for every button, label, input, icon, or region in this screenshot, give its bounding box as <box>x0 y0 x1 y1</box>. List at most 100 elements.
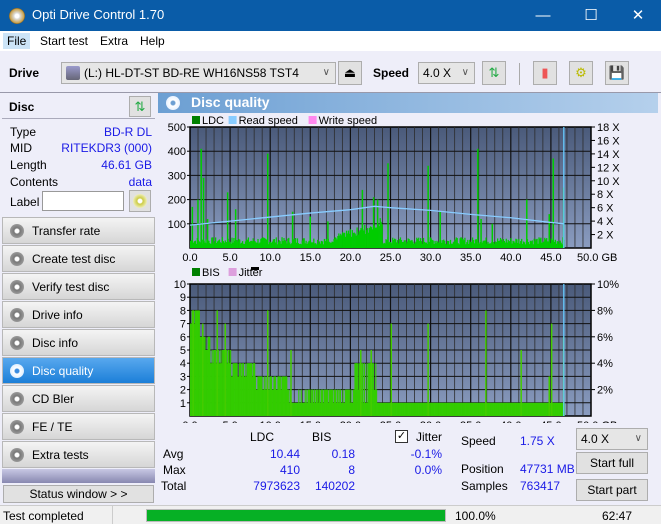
start-full-button[interactable]: Start full <box>576 452 648 474</box>
samples-value: 763417 <box>520 479 561 493</box>
legend-label-read-speed: Read speed <box>239 115 298 127</box>
disc-label-input[interactable] <box>42 191 124 211</box>
bis-peak <box>485 310 487 416</box>
bis-peak <box>266 310 269 416</box>
disc-type-row: Type BD-R DL <box>8 125 154 141</box>
ldc-peak <box>548 214 550 248</box>
speed-label: Speed <box>461 434 496 448</box>
ldc-peak <box>200 148 202 248</box>
menu-extra[interactable]: Extra <box>96 33 132 49</box>
legend-label-ldc: LDC <box>202 115 224 127</box>
disc-length-row: Length 46.61 GB <box>8 158 154 174</box>
disc-mid-label: MID <box>10 141 32 155</box>
ldc-peak <box>477 148 479 248</box>
menu-file[interactable]: File <box>3 33 31 49</box>
stats-max-ldc: 410 <box>279 463 300 477</box>
nav-extra-tests[interactable]: Extra tests <box>2 441 155 468</box>
start-part-button[interactable]: Start part <box>576 479 648 501</box>
disc-quality-panel: Disc quality LDC Read speed Write speed 100… <box>158 93 658 505</box>
maximize-button[interactable]: ☐ <box>568 0 614 31</box>
nav-disc-info[interactable]: Disc info <box>2 329 155 356</box>
y-tick-label: 100 <box>168 219 186 231</box>
minimize-button[interactable]: — <box>520 0 566 31</box>
disc-type-label: Type <box>10 125 37 139</box>
x-tick-label: 25.0 <box>380 252 401 263</box>
disc-refresh-button[interactable]: ⇅ <box>129 96 151 117</box>
y2-tick-label: 10 X <box>597 176 620 188</box>
nav-verify-test-disc[interactable]: Verify test disc <box>2 273 155 300</box>
nav-label: Drive info <box>32 308 83 322</box>
erase-button[interactable]: ▮ <box>533 61 557 85</box>
app-disc-icon <box>9 8 25 24</box>
legend-swatch <box>228 268 237 276</box>
chevron-down-icon: ∨ <box>322 67 330 78</box>
speed-select-value: 4.0 X <box>423 66 452 80</box>
gears-icon: ⚙ <box>575 65 587 80</box>
ldc-peak <box>552 158 555 248</box>
eject-button[interactable]: ⏏ <box>338 61 362 85</box>
legend-swatch <box>308 116 317 124</box>
stats-max-bis: 8 <box>348 463 355 477</box>
stats-avg-label: Avg <box>163 447 184 461</box>
x-tick-label: 5.0 <box>222 252 237 263</box>
nav-label: Extra tests <box>32 448 89 462</box>
window-title: Opti Drive Control 1.70 <box>32 7 165 22</box>
settings-button[interactable]: ⚙ <box>569 61 593 85</box>
samples-label: Samples <box>461 479 508 493</box>
speed-value: 1.75 X <box>520 434 555 448</box>
jitter-checkbox[interactable]: ✓ <box>395 430 408 443</box>
bis-peak <box>550 323 553 416</box>
position-label: Position <box>461 462 504 476</box>
progress-bar <box>146 509 446 522</box>
refresh-button[interactable]: ⇅ <box>482 61 506 85</box>
ldc-peak <box>439 211 441 248</box>
nav-fe-te[interactable]: FE / TE <box>2 413 155 440</box>
y2-tick-label: 18 X <box>597 122 620 134</box>
x-tick-label: 20.0 <box>340 252 361 263</box>
disc-icon <box>10 336 24 350</box>
stats-total-ldc: 7973623 <box>253 479 300 493</box>
speed-select[interactable]: 4.0 X ∨ <box>418 62 475 84</box>
x-tick-label: 35.0 <box>460 420 481 423</box>
elapsed-time: 62:47 <box>602 509 633 523</box>
y-tick-label: 3 <box>180 371 186 383</box>
nav-label: Disc quality <box>32 364 94 378</box>
test-speed-select[interactable]: 4.0 X ∨ <box>576 428 648 450</box>
disc-label-button[interactable] <box>129 190 151 212</box>
legend-swatch <box>228 116 237 124</box>
y-tick-label: 400 <box>168 146 186 158</box>
eject-icon: ⏏ <box>343 65 357 80</box>
ldc-peak <box>309 216 311 248</box>
y2-tick-label: 4 X <box>597 216 614 228</box>
legend-swatch <box>192 116 200 124</box>
nav-cd-bler[interactable]: CD Bler <box>2 385 155 412</box>
ldc-peak <box>361 189 364 248</box>
status-window-button[interactable]: Status window > > <box>3 485 154 503</box>
nav-create-test-disc[interactable]: Create test disc <box>2 245 155 272</box>
bis-peak <box>216 310 218 416</box>
ldc-peak <box>291 211 294 248</box>
drive-select[interactable]: (L:) HL-DT-ST BD-RE WH16NS58 TST4 ∨ <box>61 62 336 84</box>
nav-disc-quality[interactable]: Disc quality <box>2 357 155 384</box>
close-button[interactable]: ✕ <box>615 0 661 31</box>
disc-quality-icon <box>166 96 180 110</box>
save-button[interactable]: 💾 <box>605 61 629 85</box>
y-tick-label: 6 <box>180 332 186 344</box>
disc-icon <box>10 280 24 294</box>
stats-col-ldc: LDC <box>250 430 275 444</box>
legend-label-jitter: Jitter <box>239 267 263 279</box>
disc-icon <box>10 420 24 434</box>
nav-label: Create test disc <box>32 252 116 266</box>
y2-tick-label: 4% <box>597 358 613 370</box>
y2-tick-label: 12 X <box>597 162 620 174</box>
stats-total-bis: 140202 <box>314 479 355 493</box>
x-tick-label: 30.0 <box>420 420 441 423</box>
menu-start-test[interactable]: Start test <box>36 33 92 49</box>
y-tick-label: 4 <box>180 358 186 370</box>
y2-tick-label: 14 X <box>597 149 620 161</box>
nav-transfer-rate[interactable]: Transfer rate <box>2 217 155 244</box>
bis-peak <box>427 323 429 416</box>
menu-help[interactable]: Help <box>136 33 169 49</box>
nav-drive-info[interactable]: Drive info <box>2 301 155 328</box>
toolbar: Drive (L:) HL-DT-ST BD-RE WH16NS58 TST4 … <box>0 51 661 93</box>
